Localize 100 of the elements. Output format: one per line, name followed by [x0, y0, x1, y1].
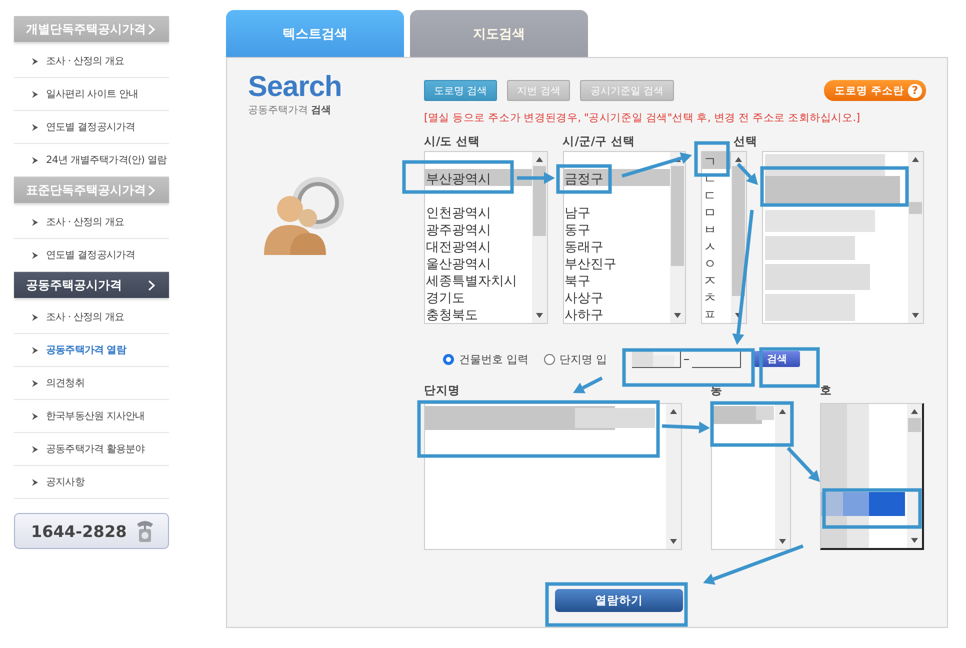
scroll-up-icon[interactable]: [911, 409, 918, 414]
list-option[interactable]: ㅊ: [702, 288, 732, 305]
list-label: 단지명: [424, 383, 460, 399]
list-option[interactable]: ㅍ: [702, 305, 732, 322]
list-option[interactable]: 북구: [564, 271, 670, 288]
search-button[interactable]: 검색: [754, 351, 800, 367]
list-option[interactable]: 울산광역시: [425, 254, 532, 271]
scrollbar[interactable]: [775, 404, 790, 549]
highlight-frame: [556, 164, 612, 194]
building-number-field[interactable]: [692, 350, 741, 368]
sidebar-item[interactable]: 일사편리 사이트 안내: [14, 78, 169, 111]
sidebar-item[interactable]: 의견청취: [14, 367, 169, 400]
bullet-icon: [32, 156, 38, 164]
highlight-frame: [694, 141, 730, 177]
scroll-up-icon[interactable]: [735, 157, 742, 162]
scroll-thumb[interactable]: [671, 166, 684, 266]
bullet-icon: [32, 90, 38, 98]
scroll-down-icon[interactable]: [779, 539, 786, 544]
sidebar-item[interactable]: 조사 · 산정의 개요: [14, 206, 169, 239]
list-label: 시/군/구 선택: [562, 134, 636, 150]
list-option[interactable]: ㅅ: [702, 237, 732, 254]
arrow: [736, 162, 758, 185]
list-option[interactable]: 동구: [564, 220, 670, 237]
bullet-icon: [32, 346, 38, 354]
help-icon: ?: [908, 84, 922, 98]
sidebar-item[interactable]: 공동주택가격 활용분야: [14, 433, 169, 466]
sidebar-item[interactable]: 조사 · 산정의 개요: [14, 45, 169, 78]
scrollbar[interactable]: [731, 152, 746, 323]
list-option[interactable]: 광주광역시: [425, 220, 532, 237]
scroll-up-icon[interactable]: [670, 409, 677, 414]
scroll-up-icon[interactable]: [536, 157, 543, 162]
arrow: [786, 446, 820, 482]
scroll-up-icon[interactable]: [779, 409, 786, 414]
list-option[interactable]: ㅁ: [702, 203, 732, 220]
list-option[interactable]: 사하구: [564, 305, 670, 322]
radio-option[interactable]: 건물번호 입력: [443, 352, 528, 366]
scroll-up-icon[interactable]: [912, 157, 919, 162]
arrow: [517, 172, 555, 184]
scrollbar[interactable]: [666, 404, 681, 549]
bullet-icon: [32, 58, 38, 64]
list-option[interactable]: ㄷ: [702, 186, 732, 203]
search-logo: Search: [248, 72, 342, 102]
list-box[interactable]: 부산광역시 인천광역시 광주광역시 대전광역시 울산광역시 세종특별자치시 경기도 충청북도: [424, 151, 548, 324]
list-option[interactable]: 사상구: [564, 288, 670, 305]
scrollbar[interactable]: [908, 152, 923, 323]
dash-separator: [684, 358, 689, 360]
list-option[interactable]: 경기도: [425, 288, 532, 305]
bullet-icon: [32, 412, 38, 420]
list-option[interactable]: ㅂ: [702, 220, 732, 237]
scroll-thumb[interactable]: [732, 166, 746, 296]
list-option[interactable]: ㄱ: [702, 152, 732, 169]
list-label: 호: [820, 383, 832, 399]
scrollbar[interactable]: [907, 404, 922, 548]
view-button[interactable]: 열람하기: [555, 589, 683, 612]
scrollbar[interactable]: [532, 152, 547, 323]
bullet-icon: [32, 314, 38, 320]
list-option[interactable]: 부산광역시: [425, 169, 532, 186]
scroll-thumb[interactable]: [532, 166, 546, 236]
scroll-thumb[interactable]: [909, 202, 922, 214]
bullet-icon: [32, 446, 38, 452]
list-option[interactable]: 동래구: [564, 237, 670, 254]
chevron-icon: [148, 24, 155, 34]
scroll-thumb[interactable]: [908, 418, 921, 432]
list-option[interactable]: 대전광역시: [425, 237, 532, 254]
bullet-icon: [32, 124, 38, 130]
list-option[interactable]: ㅇ: [702, 254, 732, 271]
scroll-down-icon[interactable]: [912, 313, 919, 318]
logo-subtitle: 공동주택가격 검색: [248, 104, 332, 117]
list-label: 선택: [733, 134, 758, 150]
scroll-down-icon[interactable]: [536, 313, 543, 318]
list-option[interactable]: 남구: [564, 203, 670, 220]
notice-text: [멸실 등으로 주소가 변경된경우, "공시기준일 검색"선택 후, 변경 전 주소로 조회하십시오.]: [424, 111, 861, 125]
chevron-icon: [148, 280, 155, 290]
scrollbar[interactable]: [670, 152, 686, 323]
list-option[interactable]: 금정구: [564, 169, 670, 186]
phone-number-box: 1644-2828: [14, 513, 169, 549]
phone-icon: [134, 518, 156, 544]
scroll-down-icon[interactable]: [670, 539, 677, 544]
sidebar-item[interactable]: 연도별 결정공시가격: [14, 111, 169, 144]
radio-option[interactable]: 단지명 입: [544, 352, 607, 366]
sidebar-item[interactable]: 공동주택가격 열람: [14, 334, 169, 367]
sidebar-item[interactable]: 조사 · 산정의 개요: [14, 301, 169, 334]
list-option[interactable]: 인천광역시: [425, 203, 532, 220]
list-option[interactable]: ㅈ: [702, 271, 732, 288]
list-option[interactable]: 부산진구: [564, 254, 670, 271]
list-option[interactable]: 세종특별자치시: [425, 271, 532, 288]
list-label: 시/도 선택: [424, 134, 480, 150]
sidebar-item[interactable]: 공지사항: [14, 466, 169, 499]
arrow: [662, 422, 710, 434]
list-box[interactable]: 금정구 남구 동구 동래구 부산진구 북구 사상구 사하구: [562, 151, 686, 324]
blurred-rows-drawing: [712, 404, 774, 426]
list-box[interactable]: [820, 403, 924, 550]
chevron-icon: [148, 184, 155, 196]
section-header[interactable]: 공동주택공시가격: [14, 272, 169, 298]
sidebar-item[interactable]: 한국부동산원 지사안내: [14, 400, 169, 433]
scroll-down-icon[interactable]: [674, 313, 682, 318]
scroll-down-icon[interactable]: [911, 538, 918, 543]
highlight-frame: [759, 347, 820, 388]
building-number-field[interactable]: [632, 350, 681, 368]
list-option[interactable]: 충청북도: [425, 305, 532, 322]
